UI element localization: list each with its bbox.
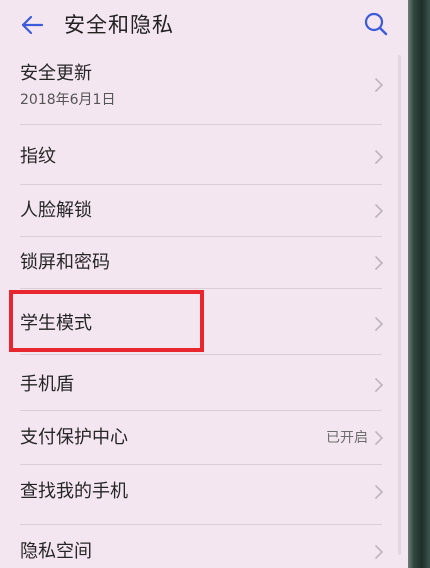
list-item-label: 学生模式 (20, 313, 92, 334)
list-item-payment-protection[interactable]: 支付保护中心 已开启 (0, 412, 408, 464)
list-item-private-space[interactable]: 隐私空间 (0, 526, 408, 568)
divider (20, 288, 382, 289)
list-item-phone-shield[interactable]: 手机盾 (0, 358, 408, 410)
list-item-face-unlock[interactable]: 人脸解锁 (0, 186, 408, 236)
divider (20, 236, 382, 237)
scrollbar[interactable] (398, 55, 401, 555)
list-item-label: 安全更新 (20, 63, 92, 84)
list-item-label: 支付保护中心 (20, 427, 128, 448)
chevron-right-icon (375, 317, 383, 331)
chevron-right-icon (375, 378, 383, 392)
list-item-label: 指纹 (20, 146, 56, 167)
chevron-right-icon (375, 545, 383, 559)
list-item-fingerprint[interactable]: 指纹 (0, 130, 408, 182)
list-item-label: 查找我的手机 (20, 481, 128, 502)
settings-screen: 安全和隐私 安全更新 2018年6月1日 指纹 人脸解锁 锁屏和密码 学生模式 … (0, 0, 408, 568)
list-item-find-my-phone[interactable]: 查找我的手机 (0, 466, 408, 518)
page-title: 安全和隐私 (64, 13, 174, 37)
chevron-right-icon (375, 256, 383, 270)
list-item-lock-screen-password[interactable]: 锁屏和密码 (0, 238, 408, 288)
header-bar: 安全和隐私 (0, 0, 408, 50)
list-item-security-update[interactable]: 安全更新 2018年6月1日 (0, 50, 408, 120)
list-item-label: 手机盾 (20, 374, 74, 395)
divider (20, 184, 382, 185)
list-item-label: 人脸解锁 (20, 200, 92, 221)
chevron-right-icon (375, 204, 383, 218)
divider (20, 410, 382, 411)
search-icon[interactable] (362, 10, 390, 38)
list-item-student-mode[interactable]: 学生模式 (0, 294, 408, 350)
divider (20, 464, 382, 465)
divider (20, 354, 382, 355)
status-text: 已开启 (326, 430, 368, 446)
list-item-label: 隐私空间 (20, 541, 92, 562)
divider (20, 524, 382, 525)
arrow-left-icon[interactable] (18, 11, 46, 39)
device-edge (408, 0, 430, 568)
list-item-subtitle: 2018年6月1日 (20, 92, 116, 108)
chevron-right-icon (375, 485, 383, 499)
chevron-right-icon (375, 78, 383, 92)
list-item-label: 锁屏和密码 (20, 252, 110, 273)
divider (20, 124, 382, 125)
chevron-right-icon (375, 431, 383, 445)
chevron-right-icon (375, 150, 383, 164)
